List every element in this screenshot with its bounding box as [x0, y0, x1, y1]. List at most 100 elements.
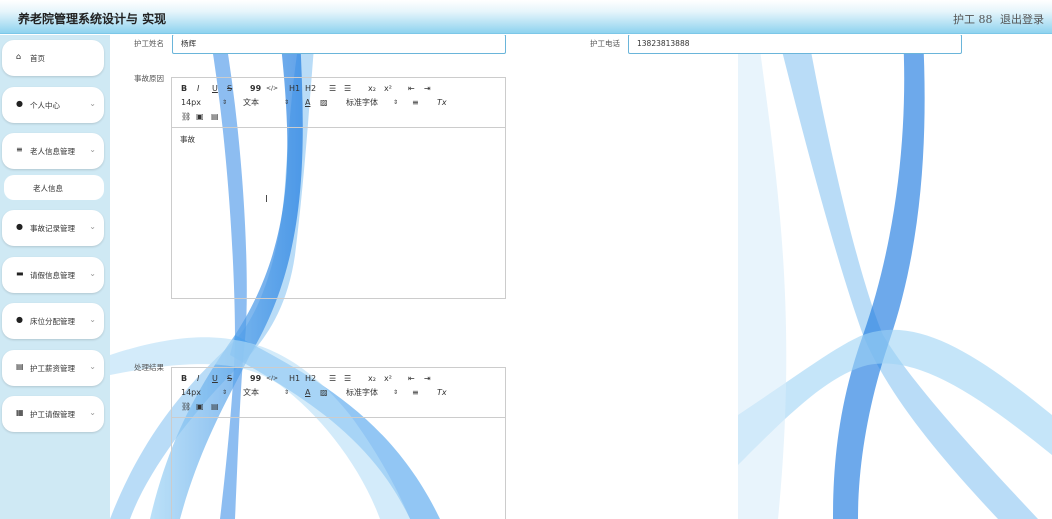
- editor-text: 事故: [180, 135, 195, 144]
- link-icon[interactable]: ⛓: [181, 112, 191, 122]
- sidebar-item-home[interactable]: ⌂ 首页: [2, 40, 104, 76]
- grid-icon: ▦: [16, 408, 24, 417]
- sidebar-item-accident-records[interactable]: ● 事故记录管理 ⌄: [2, 210, 104, 246]
- h2-button[interactable]: H2: [305, 84, 316, 94]
- top-header: 养老院管理系统设计与 实现 护工 88 退出登录: [0, 0, 1052, 34]
- clear-format-button[interactable]: Tx: [437, 98, 447, 108]
- chevron-updown-icon: ⇕: [284, 389, 290, 396]
- sidebar-item-label: 老人信息管理: [30, 147, 75, 156]
- chevron-updown-icon: ⇕: [222, 389, 228, 396]
- subscript-button[interactable]: x₂: [368, 84, 376, 94]
- result-label: 处理结果: [134, 363, 164, 372]
- h2-button[interactable]: H2: [305, 374, 316, 384]
- highlight-icon[interactable]: ▨: [320, 98, 328, 108]
- main-content: 护工姓名 杨辉 护工电话 13823813888 事故原因 B I U S 99…: [110, 35, 1052, 519]
- list-icon: ≡: [16, 145, 23, 154]
- subscript-button[interactable]: x₂: [368, 374, 376, 384]
- align-icon[interactable]: ≡: [412, 98, 419, 108]
- sidebar: ⌂ 首页 ● 个人中心 ⌄ ≡ 老人信息管理 ⌄ 老人信息 ● 事故记录管理 ⌄…: [0, 35, 110, 519]
- indent-icon[interactable]: ⇥: [424, 374, 431, 384]
- outdent-icon[interactable]: ⇤: [408, 374, 415, 384]
- chevron-down-icon: ⌄: [89, 222, 96, 231]
- result-editor: B I U S 99 </> H1 H2 ☰ ☰ x₂ x² ⇤ ⇥ 14px …: [171, 367, 506, 519]
- sidebar-item-personal-center[interactable]: ● 个人中心 ⌄: [2, 87, 104, 123]
- link-icon[interactable]: ⛓: [181, 402, 191, 412]
- code-button[interactable]: </>: [266, 374, 278, 384]
- text-type-select[interactable]: 文本: [243, 98, 259, 108]
- font-family-select[interactable]: 标准字体: [346, 388, 378, 398]
- image-icon[interactable]: ▣: [196, 402, 204, 412]
- editor-content[interactable]: [172, 418, 505, 519]
- h1-button[interactable]: H1: [289, 84, 300, 94]
- chevron-updown-icon: ⇕: [222, 99, 228, 106]
- chevron-updown-icon: ⇕: [284, 99, 290, 106]
- sidebar-item-label: 首页: [30, 54, 45, 63]
- nurse-name-input[interactable]: 杨辉: [172, 35, 506, 54]
- font-color-icon[interactable]: A: [305, 388, 310, 398]
- highlight-icon[interactable]: ▨: [320, 388, 328, 398]
- strike-button[interactable]: S: [227, 84, 232, 94]
- chevron-updown-icon: ⇕: [393, 389, 399, 396]
- font-family-select[interactable]: 标准字体: [346, 98, 378, 108]
- image-icon[interactable]: ▣: [196, 112, 204, 122]
- bold-button[interactable]: B: [181, 84, 187, 94]
- home-icon: ⌂: [16, 52, 22, 61]
- chevron-down-icon: ⌄: [89, 145, 96, 154]
- superscript-button[interactable]: x²: [384, 84, 392, 94]
- italic-button[interactable]: I: [197, 374, 199, 384]
- bullet-list-icon[interactable]: ☰: [344, 84, 351, 94]
- underline-button[interactable]: U: [212, 84, 218, 94]
- sidebar-item-nurse-leave[interactable]: ▦ 护工请假管理 ⌄: [2, 396, 104, 432]
- indent-icon[interactable]: ⇥: [424, 84, 431, 94]
- app-title: 养老院管理系统设计与 实现: [18, 12, 167, 26]
- chevron-down-icon: ⌄: [89, 362, 96, 371]
- accident-reason-label: 事故原因: [134, 74, 164, 83]
- bold-button[interactable]: B: [181, 374, 187, 384]
- bullet-list-icon[interactable]: ☰: [344, 374, 351, 384]
- quote-button[interactable]: 99: [250, 84, 261, 94]
- sidebar-item-label: 请假信息管理: [30, 271, 75, 280]
- video-icon[interactable]: ▤: [211, 112, 219, 122]
- outdent-icon[interactable]: ⇤: [408, 84, 415, 94]
- align-icon[interactable]: ≡: [412, 388, 419, 398]
- strike-button[interactable]: S: [227, 374, 232, 384]
- ordered-list-icon[interactable]: ☰: [329, 374, 336, 384]
- code-button[interactable]: </>: [266, 84, 278, 94]
- person-icon: ●: [16, 222, 23, 231]
- editor-content[interactable]: 事故 I: [172, 128, 505, 298]
- sidebar-item-label: 护工薪资管理: [30, 364, 75, 373]
- current-user: 护工 88: [953, 13, 993, 26]
- font-color-icon[interactable]: A: [305, 98, 310, 108]
- chevron-down-icon: ⌄: [89, 315, 96, 324]
- font-size-select[interactable]: 14px: [181, 98, 201, 108]
- wave-background-right: [738, 35, 1052, 519]
- font-size-select[interactable]: 14px: [181, 388, 201, 398]
- sidebar-item-leave-info[interactable]: ▬ 请假信息管理 ⌄: [2, 257, 104, 293]
- chevron-down-icon: ⌄: [89, 408, 96, 417]
- text-type-select[interactable]: 文本: [243, 388, 259, 398]
- text-cursor-icon: I: [265, 194, 268, 205]
- submenu-item-elderly-info[interactable]: 老人信息: [4, 175, 104, 200]
- nurse-name-label: 护工姓名: [134, 39, 164, 48]
- quote-button[interactable]: 99: [250, 374, 261, 384]
- pin-icon: ●: [16, 315, 23, 324]
- underline-button[interactable]: U: [212, 374, 218, 384]
- chevron-down-icon: ⌄: [89, 269, 96, 278]
- sidebar-item-bed-allocation[interactable]: ● 床位分配管理 ⌄: [2, 303, 104, 339]
- superscript-button[interactable]: x²: [384, 374, 392, 384]
- message-icon: ▬: [16, 269, 24, 278]
- nurse-phone-label: 护工电话: [590, 39, 620, 48]
- document-icon: ▤: [16, 362, 24, 371]
- sidebar-item-elderly-info[interactable]: ≡ 老人信息管理 ⌄: [2, 133, 104, 169]
- ordered-list-icon[interactable]: ☰: [329, 84, 336, 94]
- sidebar-item-nurse-salary[interactable]: ▤ 护工薪资管理 ⌄: [2, 350, 104, 386]
- video-icon[interactable]: ▤: [211, 402, 219, 412]
- italic-button[interactable]: I: [197, 84, 199, 94]
- clear-format-button[interactable]: Tx: [437, 388, 447, 398]
- h1-button[interactable]: H1: [289, 374, 300, 384]
- nurse-phone-input[interactable]: 13823813888: [628, 35, 962, 54]
- logout-link[interactable]: 退出登录: [1000, 11, 1044, 27]
- chevron-updown-icon: ⇕: [393, 99, 399, 106]
- chevron-down-icon: ⌄: [89, 99, 96, 108]
- sidebar-item-label: 床位分配管理: [30, 317, 75, 326]
